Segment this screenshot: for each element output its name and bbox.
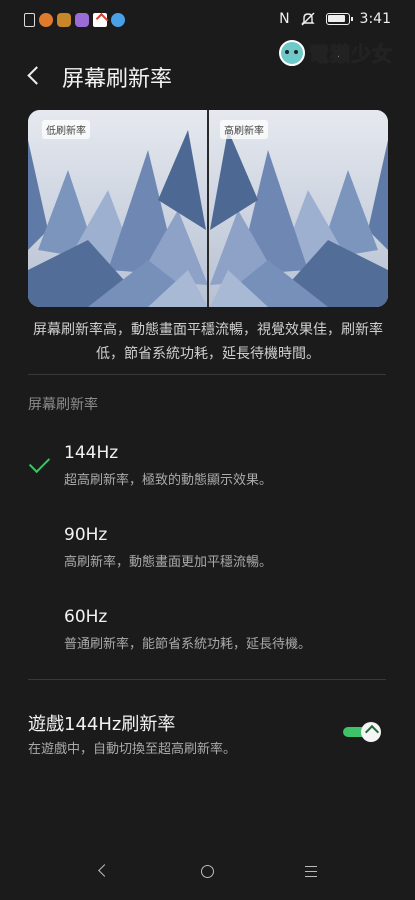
game-setting-subtitle: 在遊戲中，自動切換至超高刷新率。 (28, 742, 237, 757)
status-bar: N 3:41 (0, 0, 415, 38)
option-144hz[interactable]: 144Hz 超高刷新率，極致的動態顯示效果。 (0, 443, 415, 513)
gmail-icon (93, 13, 107, 27)
game-refresh-toggle[interactable] (343, 722, 383, 742)
checkmark-icon (28, 453, 50, 475)
page-title: 屏幕刷新率 (62, 67, 173, 92)
divider (28, 679, 386, 680)
option-90hz[interactable]: 90Hz 高刷新率，動態畫面更加平穩流暢。 (0, 525, 415, 595)
crystal-landscape-illustration (28, 110, 388, 307)
option-title: 60Hz (64, 607, 108, 627)
wifi-app-icon (111, 13, 125, 27)
option-subtitle: 超高刷新率，極致的動態顯示效果。 (64, 473, 273, 488)
nav-home-icon[interactable] (201, 865, 214, 878)
page-header: 屏幕刷新率 (0, 56, 415, 100)
nfc-icon: N (279, 11, 290, 27)
refresh-rate-preview-image: 低刷新率 高刷新率 (28, 110, 388, 307)
battery-icon (325, 13, 353, 25)
refresh-rate-description: 屏幕刷新率高，動態畫面平穩流暢，視覺效果佳，刷新率低，節省系統功耗，延長待機時間… (33, 322, 383, 362)
clock: 3:41 (359, 11, 391, 27)
divider (28, 374, 386, 375)
game-refresh-setting[interactable]: 遊戲144Hz刷新率 在遊戲中，自動切換至超高刷新率。 (28, 710, 388, 760)
high-refresh-tag: 高刷新率 (220, 120, 268, 139)
nav-menu-icon[interactable] (305, 866, 317, 877)
option-title: 90Hz (64, 525, 108, 545)
back-arrow-icon[interactable] (22, 64, 46, 88)
system-navigation-bar (0, 852, 415, 892)
app-amber-icon (57, 13, 71, 27)
game-mode-icon (361, 722, 381, 742)
option-subtitle: 普通刷新率，能節省系統功耗，延長待機。 (64, 637, 312, 652)
nav-back-icon[interactable] (96, 864, 110, 878)
app-purple-icon (75, 13, 89, 27)
app-orange-icon (39, 13, 53, 27)
option-60hz[interactable]: 60Hz 普通刷新率，能節省系統功耗，延長待機。 (0, 607, 415, 677)
system-icons: N 3:41 (279, 11, 391, 27)
low-refresh-tag: 低刷新率 (42, 120, 90, 139)
mute-icon (300, 12, 315, 26)
document-icon (24, 13, 35, 27)
option-subtitle: 高刷新率，動態畫面更加平穩流暢。 (64, 555, 273, 570)
option-title: 144Hz (64, 443, 119, 463)
game-setting-title: 遊戲144Hz刷新率 (28, 714, 176, 735)
section-label: 屏幕刷新率 (28, 397, 98, 413)
notification-icons (24, 13, 125, 27)
